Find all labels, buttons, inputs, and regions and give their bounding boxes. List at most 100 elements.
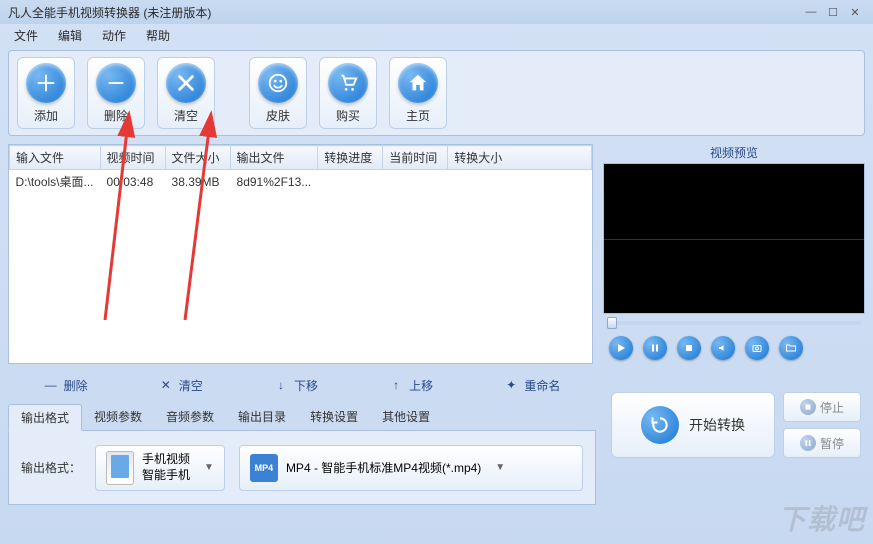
convert-icon: [641, 406, 679, 444]
plus-icon: [26, 63, 66, 103]
right-actions: 开始转换 停止 暂停: [611, 392, 861, 458]
tab-output-dir[interactable]: 输出目录: [226, 404, 298, 430]
x-small-icon: ✕: [159, 378, 173, 392]
la-up-label: 上移: [409, 377, 433, 394]
tab-output-format[interactable]: 输出格式: [8, 404, 82, 431]
la-down-label: 下移: [294, 377, 318, 394]
preview-panel: 视频预览: [603, 144, 865, 364]
rename-icon: ✦: [504, 378, 518, 392]
tabs: 输出格式 视频参数 音频参数 输出目录 转换设置 其他设置: [8, 404, 596, 431]
window-controls: — ☐ ✕: [801, 4, 865, 20]
cell-progress: [318, 170, 383, 194]
minus-icon: [96, 63, 136, 103]
clear-label: 清空: [174, 107, 198, 124]
phone-icon: [106, 451, 134, 485]
delete-button[interactable]: 删除: [87, 57, 145, 129]
cell-convsize: [448, 170, 592, 194]
home-icon: [398, 63, 438, 103]
window-title: 凡人全能手机视频转换器 (未注册版本): [8, 4, 801, 21]
col-duration[interactable]: 视频时间: [100, 146, 165, 170]
la-clear[interactable]: ✕ 清空: [149, 373, 213, 398]
chevron-down-icon: ▼: [495, 462, 505, 473]
cell-curtime: [383, 170, 448, 194]
add-button[interactable]: 添加: [17, 57, 75, 129]
x-icon: [166, 63, 206, 103]
watermark: 下载吧: [778, 498, 865, 538]
video-seek-slider[interactable]: [603, 314, 865, 332]
col-progress[interactable]: 转换进度: [318, 146, 383, 170]
col-output[interactable]: 输出文件: [230, 146, 318, 170]
clear-button[interactable]: 清空: [157, 57, 215, 129]
col-filesize[interactable]: 文件大小: [165, 146, 230, 170]
la-delete[interactable]: — 删除: [34, 373, 98, 398]
convert-label: 开始转换: [689, 415, 745, 435]
col-curtime[interactable]: 当前时间: [383, 146, 448, 170]
format-combo[interactable]: MP4 MP4 - 智能手机标准MP4视频(*.mp4) ▼: [239, 445, 583, 491]
minus-small-icon: —: [44, 378, 58, 392]
cell-duration: 00:03:48: [100, 170, 165, 194]
add-label: 添加: [34, 107, 58, 124]
tab-other-settings[interactable]: 其他设置: [370, 404, 442, 430]
tab-video-params[interactable]: 视频参数: [82, 404, 154, 430]
smile-icon: [258, 63, 298, 103]
chevron-down-icon: ▼: [204, 462, 214, 473]
home-label: 主页: [406, 107, 430, 124]
buy-button[interactable]: 购买: [319, 57, 377, 129]
slider-thumb[interactable]: [607, 317, 617, 329]
menu-file[interactable]: 文件: [4, 25, 48, 46]
la-delete-label: 删除: [64, 377, 88, 394]
player-controls: [603, 332, 865, 364]
stop-button[interactable]: [677, 336, 701, 360]
pause-label: 暂停: [820, 435, 844, 452]
la-down[interactable]: ↓ 下移: [264, 373, 328, 398]
minimize-button[interactable]: —: [801, 4, 821, 20]
output-format-label: 输出格式：: [21, 459, 81, 476]
buy-label: 购买: [336, 107, 360, 124]
cart-icon: [328, 63, 368, 103]
menu-help[interactable]: 帮助: [136, 25, 180, 46]
snapshot-button[interactable]: [745, 336, 769, 360]
video-preview[interactable]: [603, 163, 865, 314]
preview-title: 视频预览: [603, 144, 865, 163]
arrow-up-icon: ↑: [389, 378, 403, 392]
start-convert-button[interactable]: 开始转换: [611, 392, 775, 458]
la-up[interactable]: ↑ 上移: [379, 373, 443, 398]
device-line2: 智能手机: [142, 468, 190, 484]
la-rename[interactable]: ✦ 重命名: [494, 373, 570, 398]
menubar: 文件 编辑 动作 帮助: [0, 24, 873, 46]
cell-output: 8d91%2F13...: [230, 170, 318, 194]
output-panel: 输出格式： 手机视频 智能手机 ▼ MP4 MP4 - 智能手机标准MP4视频(…: [8, 431, 596, 505]
menu-action[interactable]: 动作: [92, 25, 136, 46]
pause-convert-button[interactable]: 暂停: [783, 428, 861, 458]
device-combo[interactable]: 手机视频 智能手机 ▼: [95, 445, 225, 491]
skin-label: 皮肤: [266, 107, 290, 124]
la-clear-label: 清空: [179, 377, 203, 394]
table-row[interactable]: D:\tools\桌面... 00:03:48 38.39MB 8d91%2F1…: [10, 170, 592, 194]
tab-audio-params[interactable]: 音频参数: [154, 404, 226, 430]
delete-label: 删除: [104, 107, 128, 124]
cell-filesize: 38.39MB: [165, 170, 230, 194]
stop-convert-button[interactable]: 停止: [783, 392, 861, 422]
folder-button[interactable]: [779, 336, 803, 360]
content-area: 输入文件 视频时间 文件大小 输出文件 转换进度 当前时间 转换大小 D:\to…: [8, 144, 865, 364]
mp4-icon: MP4: [250, 454, 278, 482]
tab-conv-settings[interactable]: 转换设置: [298, 404, 370, 430]
menu-edit[interactable]: 编辑: [48, 25, 92, 46]
pause-button[interactable]: [643, 336, 667, 360]
device-line1: 手机视频: [142, 452, 190, 468]
la-rename-label: 重命名: [524, 377, 560, 394]
play-button[interactable]: [609, 336, 633, 360]
home-button[interactable]: 主页: [389, 57, 447, 129]
volume-button[interactable]: [711, 336, 735, 360]
skin-button[interactable]: 皮肤: [249, 57, 307, 129]
file-table[interactable]: 输入文件 视频时间 文件大小 输出文件 转换进度 当前时间 转换大小 D:\to…: [9, 145, 592, 193]
table-header-row: 输入文件 视频时间 文件大小 输出文件 转换进度 当前时间 转换大小: [10, 146, 592, 170]
titlebar: 凡人全能手机视频转换器 (未注册版本) — ☐ ✕: [0, 0, 873, 24]
close-button[interactable]: ✕: [845, 4, 865, 20]
pause-small-icon: [800, 435, 816, 451]
arrow-down-icon: ↓: [274, 378, 288, 392]
col-convsize[interactable]: 转换大小: [448, 146, 592, 170]
col-input[interactable]: 输入文件: [10, 146, 101, 170]
toolbar: 添加 删除 清空 皮肤 购买 主页: [8, 50, 865, 136]
maximize-button[interactable]: ☐: [823, 4, 843, 20]
